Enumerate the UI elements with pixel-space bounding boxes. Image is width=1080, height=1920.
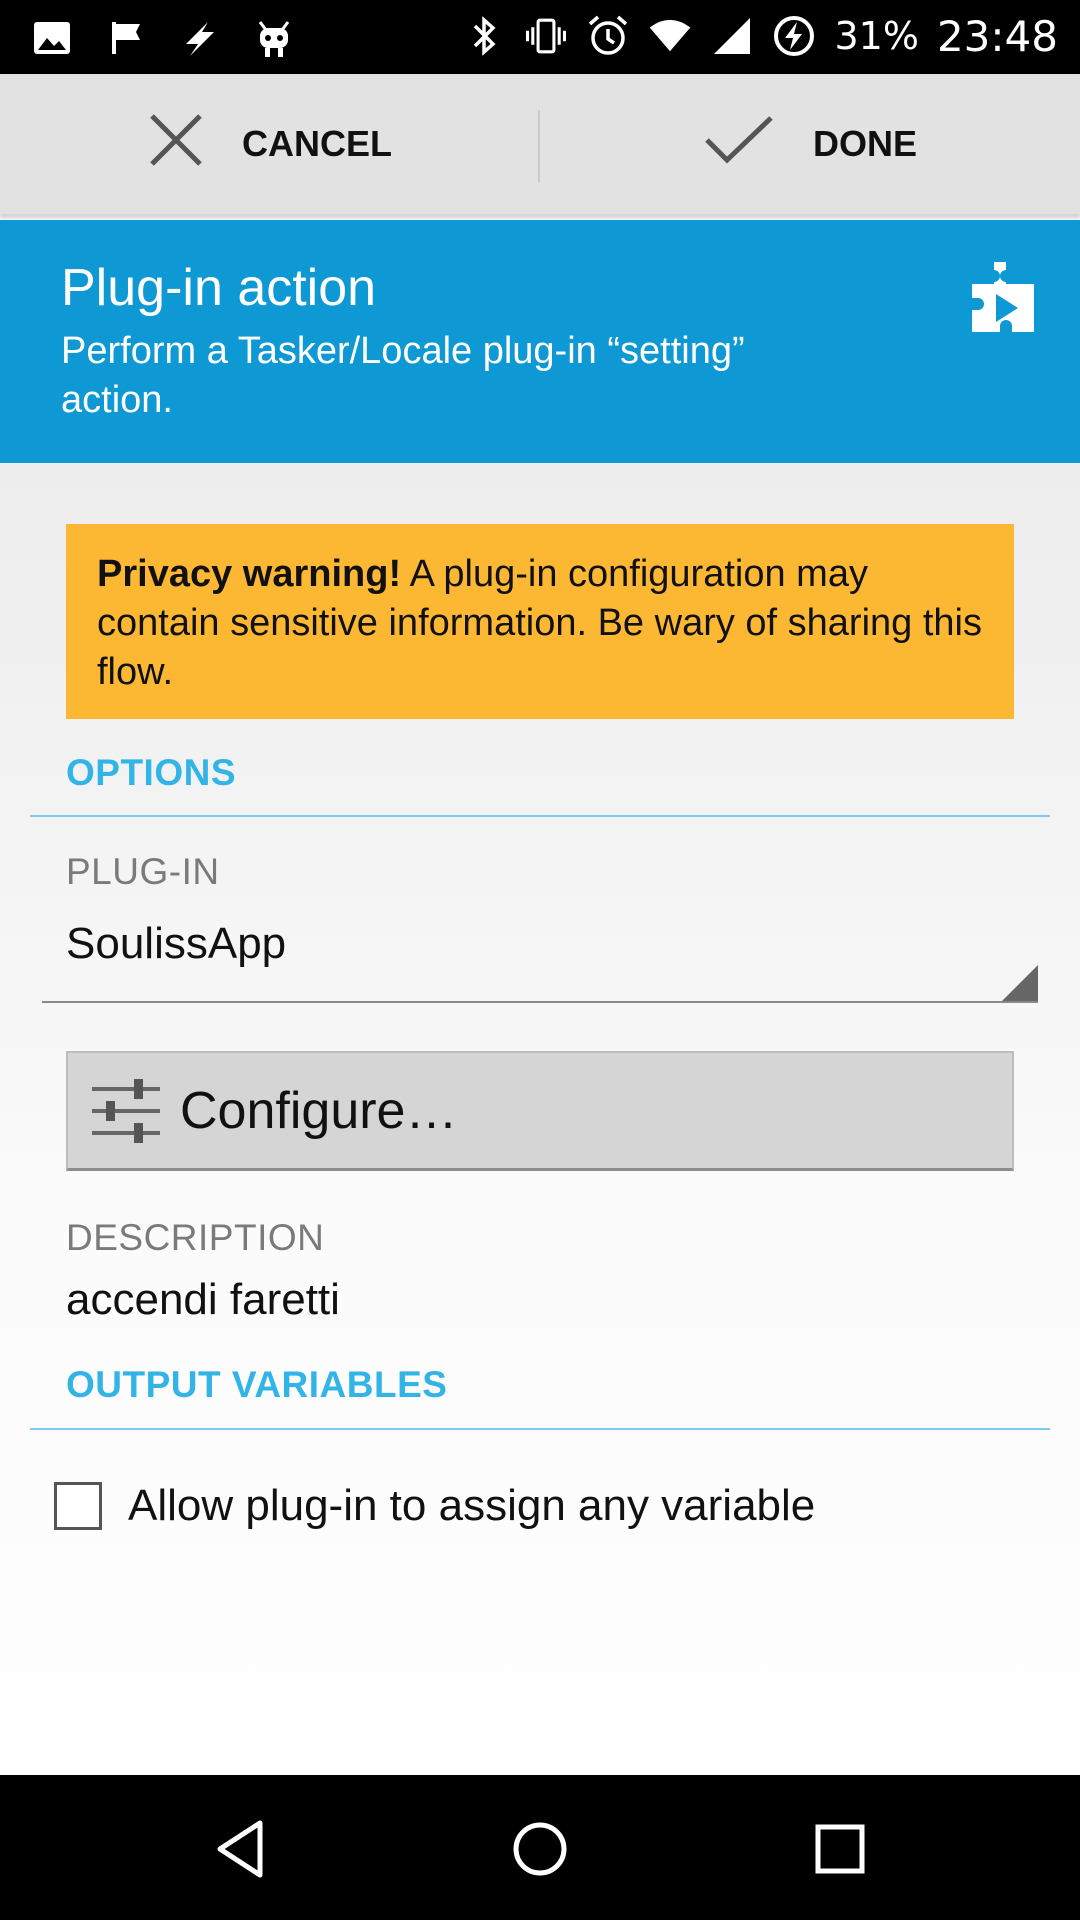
warning-title: Privacy warning! [97, 553, 402, 595]
plugin-spinner[interactable]: SoulissApp [42, 919, 1038, 1003]
flag-icon [104, 12, 148, 64]
assign-variable-option[interactable]: Allow plug-in to assign any variable [54, 1481, 815, 1531]
spinner-underline [42, 1001, 1038, 1003]
assign-variable-label: Allow plug-in to assign any variable [128, 1481, 816, 1530]
close-icon [148, 112, 204, 177]
bluetooth-icon [462, 10, 506, 62]
android-icon [252, 12, 296, 64]
battery-percent: 31% [834, 14, 919, 58]
privacy-warning: Privacy warning! A plug-in configuration… [66, 524, 1014, 719]
home-icon[interactable] [502, 1811, 578, 1887]
assign-variable-checkbox[interactable] [54, 1482, 102, 1530]
vibrate-icon [524, 10, 568, 62]
clock: 23:48 [936, 11, 1058, 61]
cancel-label: CANCEL [242, 123, 392, 164]
done-label: DONE [812, 123, 917, 164]
alarm-icon [586, 10, 630, 62]
back-icon[interactable] [204, 1811, 280, 1887]
action-bar: CANCEL DONE [0, 74, 1080, 214]
cancel-button[interactable]: CANCEL [0, 74, 540, 214]
check-icon [703, 114, 775, 175]
puzzle-play-icon [972, 262, 1034, 336]
bolt-icon [178, 12, 222, 64]
sliders-icon [92, 1078, 160, 1143]
recents-icon[interactable] [802, 1811, 878, 1887]
image-icon [30, 12, 74, 64]
action-divider [538, 110, 540, 182]
action-header: Plug-in action Perform a Tasker/Locale p… [0, 220, 1080, 463]
wifi-icon [648, 10, 692, 62]
status-bar: 31% 23:48 [0, 0, 1080, 74]
description-value: accendi faretti [66, 1275, 340, 1324]
description-label: DESCRIPTION [66, 1217, 325, 1258]
done-button[interactable]: DONE [540, 74, 1080, 214]
options-divider [30, 815, 1050, 817]
navigation-bar [0, 1775, 1080, 1920]
content-area: Privacy warning! A plug-in configuration… [0, 463, 1080, 1775]
page-subtitle: Perform a Tasker/Locale plug-in “setting… [61, 330, 745, 421]
configure-button[interactable]: Configure… [66, 1051, 1014, 1171]
configure-label: Configure… [180, 1081, 458, 1140]
page-title: Plug-in action [61, 259, 377, 317]
output-divider [30, 1428, 1050, 1430]
signal-icon [710, 10, 754, 62]
output-variables-section-title: OUTPUT VARIABLES [66, 1364, 448, 1405]
dropdown-triangle-icon [1002, 965, 1038, 1001]
plugin-value: SoulissApp [66, 919, 287, 968]
battery-charging-icon [772, 10, 816, 62]
options-section-title: OPTIONS [66, 752, 237, 793]
plugin-label: PLUG-IN [66, 851, 220, 892]
